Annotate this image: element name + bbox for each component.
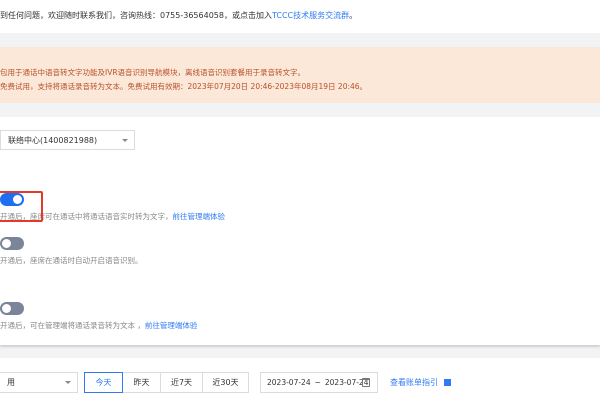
notice-message: 到任何问题，欢迎随时联系我们，咨询热线：0755-36564058，或点击加入 — [0, 11, 272, 20]
offline-asr-toggle[interactable] — [0, 302, 24, 315]
billing-filter-bar: 用 今天 昨天 近7天 近30天 2023-07-24 ~ 2023-07-24… — [0, 358, 600, 400]
offline-asr-desc: 开通后，可在管理端将通话录音转为文本 ，前往管理端体验 — [0, 320, 197, 331]
billing-type-value: 用 — [7, 378, 15, 387]
chevron-down-icon — [122, 139, 128, 142]
contact-center-value: 联络中心(1400821988) — [8, 135, 98, 145]
go-admin-link-1[interactable]: 前往管理端体验 — [173, 212, 226, 221]
auto-asr-toggle[interactable] — [0, 237, 24, 250]
date-start: 2023-07-24 — [267, 378, 311, 387]
range-30days-button[interactable]: 近30天 — [202, 372, 249, 393]
highlight-box — [0, 191, 43, 222]
billing-type-select[interactable]: 用 — [0, 372, 78, 393]
alert-line-1: 包用于通话中语音转文字功能及IVR语音识别导航模块，离线语音识别套餐用于录音转文… — [0, 68, 306, 77]
external-link-icon — [443, 379, 451, 386]
join-group-link[interactable]: TCCC技术服务交流群 — [272, 11, 349, 20]
contact-center-select[interactable]: 联络中心(1400821988) — [0, 130, 135, 150]
alert-line-2: 免费试用，支持将通话录音转为文本。免费试用有效期：2023年07月20日 20:… — [0, 82, 368, 91]
toggle-knob — [2, 239, 11, 248]
desc-text: 开通后，可在管理端将通话录音转为文本 ， — [0, 321, 145, 330]
range-today-button[interactable]: 今天 — [84, 372, 123, 393]
notice-bar: 到任何问题，欢迎随时联系我们，咨询热线：0755-36564058，或点击加入T… — [0, 0, 600, 33]
notice-text: 到任何问题，欢迎随时联系我们，咨询热线：0755-36564058，或点击加入T… — [0, 10, 357, 21]
billing-guide-label: 查看账单指引 — [390, 378, 438, 387]
toggle-knob — [2, 304, 11, 313]
billing-guide-link[interactable]: 查看账单指引 — [390, 377, 451, 388]
calendar-icon — [362, 378, 370, 387]
range-yesterday-button[interactable]: 昨天 — [122, 372, 161, 393]
notice-end: 。 — [349, 11, 358, 20]
date-separator: ~ — [314, 378, 321, 387]
settings-panel — [0, 117, 600, 345]
auto-asr-desc: 开通后，座席在通话时自动开启语音识别。 — [0, 256, 143, 265]
go-admin-link-2[interactable]: 前往管理端体验 — [145, 321, 198, 330]
chevron-down-icon — [65, 381, 71, 384]
info-alert: 包用于通话中语音转文字功能及IVR语音识别导航模块，离线语音识别套餐用于录音转文… — [0, 47, 600, 103]
range-7days-button[interactable]: 近7天 — [160, 372, 203, 393]
date-range-picker[interactable]: 2023-07-24 ~ 2023-07-24 — [260, 372, 378, 393]
